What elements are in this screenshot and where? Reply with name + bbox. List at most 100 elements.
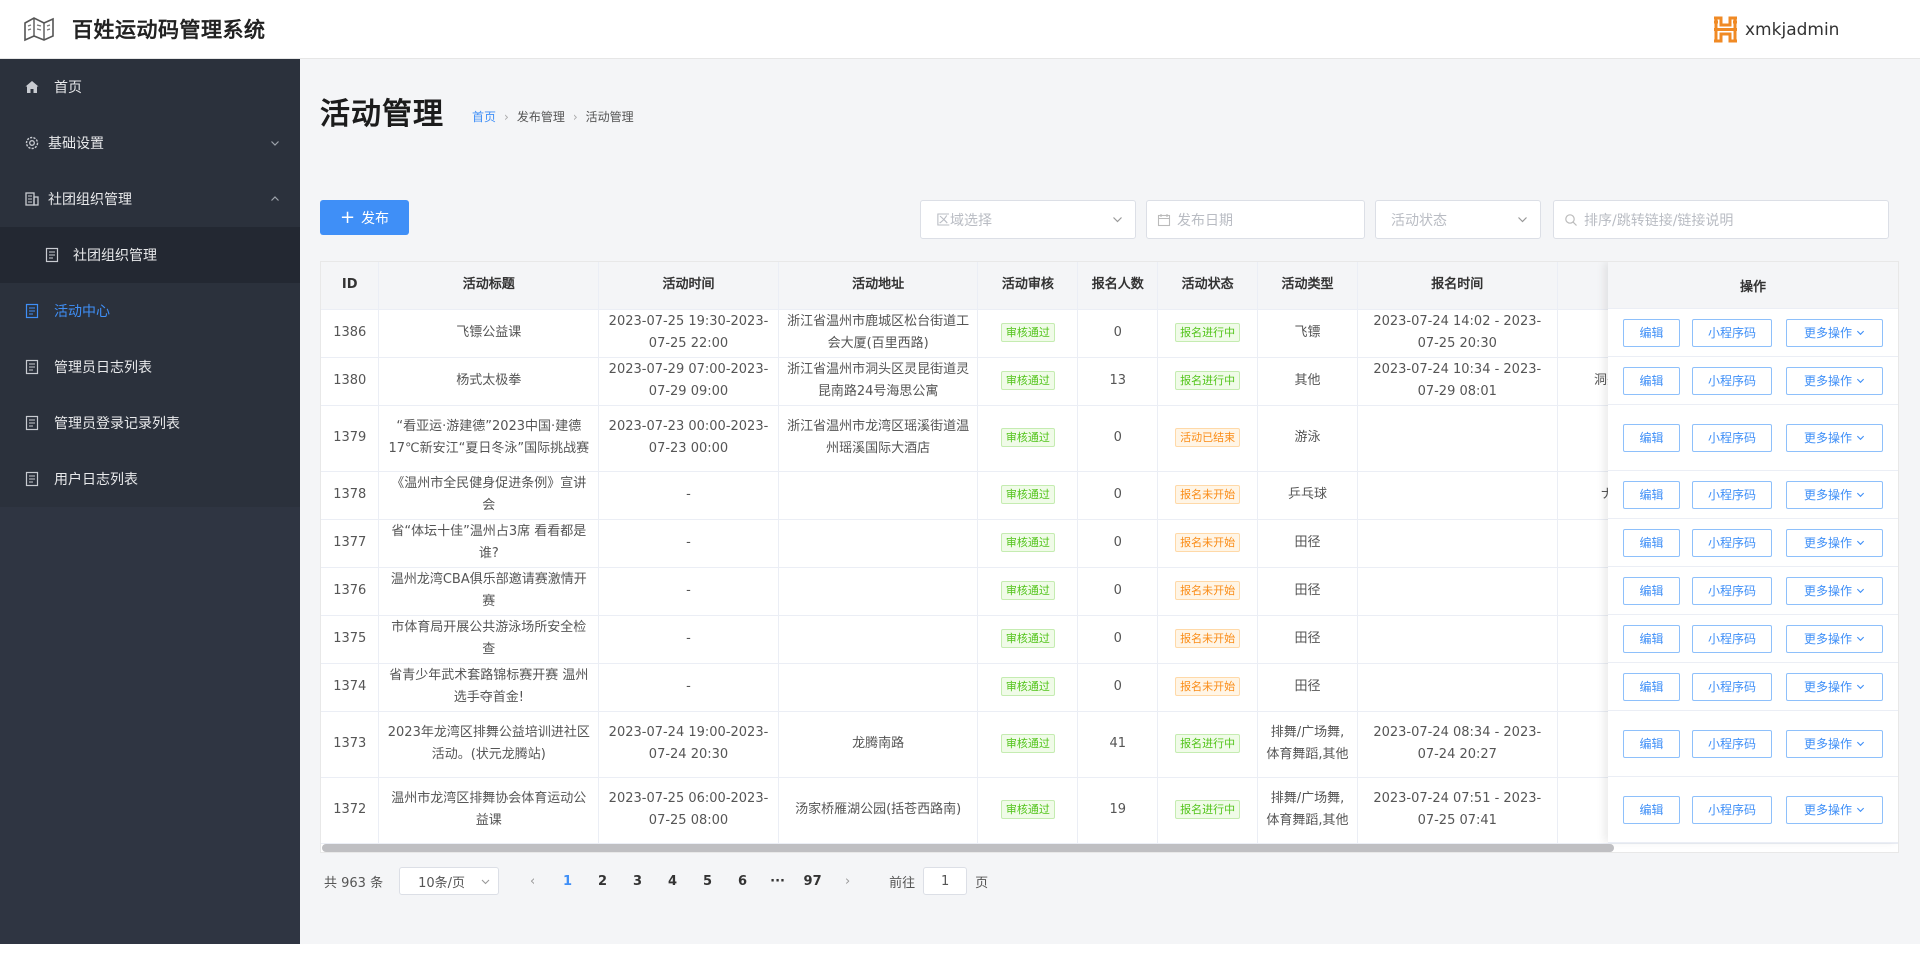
ops-row: 编辑 小程序码 更多操作 — [1608, 471, 1898, 519]
more-actions-button[interactable]: 更多操作 — [1786, 576, 1883, 605]
more-actions-button[interactable]: 更多操作 — [1786, 423, 1883, 452]
ops-row: 编辑 小程序码 更多操作 — [1608, 357, 1898, 405]
sidebar-item-basic-settings[interactable]: 基础设置 — [0, 115, 300, 171]
chevron-down-icon — [1856, 330, 1865, 336]
ops-row: 编辑 小程序码 更多操作 — [1608, 519, 1898, 567]
page-size-select[interactable]: 10条/页 — [399, 867, 500, 895]
cell-time: 2023-07-24 19:00-2023-07-24 20:30 — [598, 711, 779, 778]
edit-button[interactable]: 编辑 — [1623, 795, 1680, 824]
cell-audit: 审核通过 — [977, 309, 1079, 358]
cell-signup: 2023-07-24 14:02 - 2023-07-25 20:30 — [1357, 309, 1558, 358]
publish-label: 发布 — [361, 210, 390, 227]
more-actions-button[interactable]: 更多操作 — [1786, 318, 1883, 347]
more-actions-button-label: 更多操作 — [1803, 326, 1852, 340]
page-button[interactable]: 5 — [690, 867, 726, 895]
mini-program-code-button[interactable]: 小程序码 — [1692, 528, 1772, 557]
breadcrumb-publish[interactable]: 发布管理 — [517, 108, 565, 125]
more-actions-button[interactable]: 更多操作 — [1786, 366, 1883, 395]
more-actions-button[interactable]: 更多操作 — [1786, 528, 1883, 557]
status-badge: 报名未开始 — [1175, 629, 1241, 648]
mini-program-code-button[interactable]: 小程序码 — [1692, 366, 1772, 395]
more-actions-button[interactable]: 更多操作 — [1786, 480, 1883, 509]
horizontal-scrollbar[interactable] — [322, 844, 1614, 852]
more-actions-button-label: 更多操作 — [1803, 803, 1852, 817]
page-button[interactable]: 3 — [620, 867, 656, 895]
header-time: 活动时间 — [598, 262, 779, 310]
pagination: 共 963 条 10条/页 ‹ 1 2 3 4 5 6 ··· 97 › 前往 … — [324, 867, 988, 895]
cell-id: 1376 — [321, 567, 380, 616]
more-actions-button[interactable]: 更多操作 — [1786, 624, 1883, 653]
chevron-down-icon — [1856, 636, 1865, 642]
cell-type: 乒乓球 — [1257, 471, 1358, 520]
mini-program-code-button[interactable]: 小程序码 — [1692, 672, 1772, 701]
mini-program-code-button[interactable]: 小程序码 — [1692, 624, 1772, 653]
page-button[interactable]: 4 — [655, 867, 691, 895]
chevron-down-icon — [481, 879, 490, 885]
search-input[interactable]: 排序/跳转链接/链接说明 — [1553, 200, 1889, 239]
mini-program-code-button[interactable]: 小程序码 — [1692, 729, 1772, 758]
edit-button[interactable]: 编辑 — [1623, 366, 1680, 395]
edit-button[interactable]: 编辑 — [1623, 480, 1680, 509]
cell-id: 1372 — [321, 777, 380, 844]
activity-table: ID 活动标题 活动时间 活动地址 活动审核 报名人数 活动状态 活动类型 报名… — [320, 261, 1899, 853]
mini-program-code-button[interactable]: 小程序码 — [1692, 576, 1772, 605]
total-count: 共 963 条 — [324, 875, 384, 891]
region-select[interactable]: 区域选择 — [920, 200, 1136, 239]
cell-time: - — [598, 615, 779, 664]
cell-id: 1386 — [321, 309, 380, 358]
edit-button[interactable]: 编辑 — [1623, 729, 1680, 758]
more-actions-button[interactable]: 更多操作 — [1786, 795, 1883, 824]
edit-button[interactable]: 编辑 — [1623, 423, 1680, 452]
breadcrumb-home[interactable]: 首页 — [472, 108, 496, 125]
cell-count: 0 — [1077, 615, 1159, 664]
next-page-button[interactable]: › — [830, 867, 866, 895]
page-button[interactable]: 1 — [550, 867, 586, 895]
cell-addr — [778, 615, 979, 664]
cell-audit: 审核通过 — [977, 777, 1079, 844]
more-pages-button[interactable]: ··· — [760, 867, 796, 895]
status-select[interactable]: 活动状态 — [1375, 200, 1541, 239]
bottom-bar — [0, 944, 1920, 961]
sidebar-item-club-org[interactable]: 社团组织管理 — [0, 171, 300, 227]
sidebar-item-admin-login-log[interactable]: 管理员登录记录列表 — [0, 395, 300, 451]
document-icon — [25, 415, 39, 431]
mini-program-code-button[interactable]: 小程序码 — [1692, 423, 1772, 452]
goto-page-input[interactable]: 1 — [923, 867, 968, 895]
edit-button[interactable]: 编辑 — [1623, 528, 1680, 557]
chevron-right-icon: › — [572, 109, 578, 124]
edit-button[interactable]: 编辑 — [1623, 672, 1680, 701]
cell-type: 游泳 — [1257, 405, 1358, 472]
document-icon — [25, 471, 39, 487]
cell-time: 2023-07-25 19:30-2023-07-25 22:00 — [598, 309, 779, 358]
more-actions-button[interactable]: 更多操作 — [1786, 672, 1883, 701]
edit-button[interactable]: 编辑 — [1623, 576, 1680, 605]
sidebar-item-admin-log[interactable]: 管理员日志列表 — [0, 339, 300, 395]
sidebar-subitem-club-org[interactable]: 社团组织管理 — [0, 227, 300, 283]
status-badge: 报名进行中 — [1175, 734, 1241, 753]
more-actions-button[interactable]: 更多操作 — [1786, 729, 1883, 758]
breadcrumb-current: 活动管理 — [585, 110, 634, 124]
cell-signup — [1357, 663, 1558, 712]
user-menu[interactable]: xmkjadmin — [1710, 14, 1839, 45]
mini-program-code-button-label: 小程序码 — [1707, 737, 1756, 751]
page-button[interactable]: 6 — [725, 867, 761, 895]
mini-program-code-button[interactable]: 小程序码 — [1692, 795, 1772, 824]
cell-type: 田径 — [1257, 519, 1358, 568]
sidebar-item-home[interactable]: 首页 — [0, 59, 300, 115]
prev-page-button[interactable]: ‹ — [515, 867, 551, 895]
mini-program-code-button[interactable]: 小程序码 — [1692, 318, 1772, 347]
breadcrumb: 首页 › 发布管理 › 活动管理 — [472, 108, 634, 125]
sidebar-item-activity-center[interactable]: 活动中心 — [0, 283, 300, 339]
publish-button[interactable]: + 发布 — [320, 200, 409, 235]
edit-button[interactable]: 编辑 — [1623, 318, 1680, 347]
page-button[interactable]: 2 — [585, 867, 621, 895]
mini-program-code-button-label: 小程序码 — [1707, 326, 1756, 340]
publish-date-picker[interactable]: 发布日期 — [1146, 200, 1365, 239]
edit-button[interactable]: 编辑 — [1623, 624, 1680, 653]
page-button[interactable]: 97 — [795, 867, 831, 895]
audit-badge: 审核通过 — [1000, 428, 1055, 447]
sidebar-item-label: 基础设置 — [48, 136, 104, 152]
sidebar-item-user-log[interactable]: 用户日志列表 — [0, 451, 300, 507]
mini-program-code-button[interactable]: 小程序码 — [1692, 480, 1772, 509]
audit-badge: 审核通过 — [1000, 581, 1055, 600]
